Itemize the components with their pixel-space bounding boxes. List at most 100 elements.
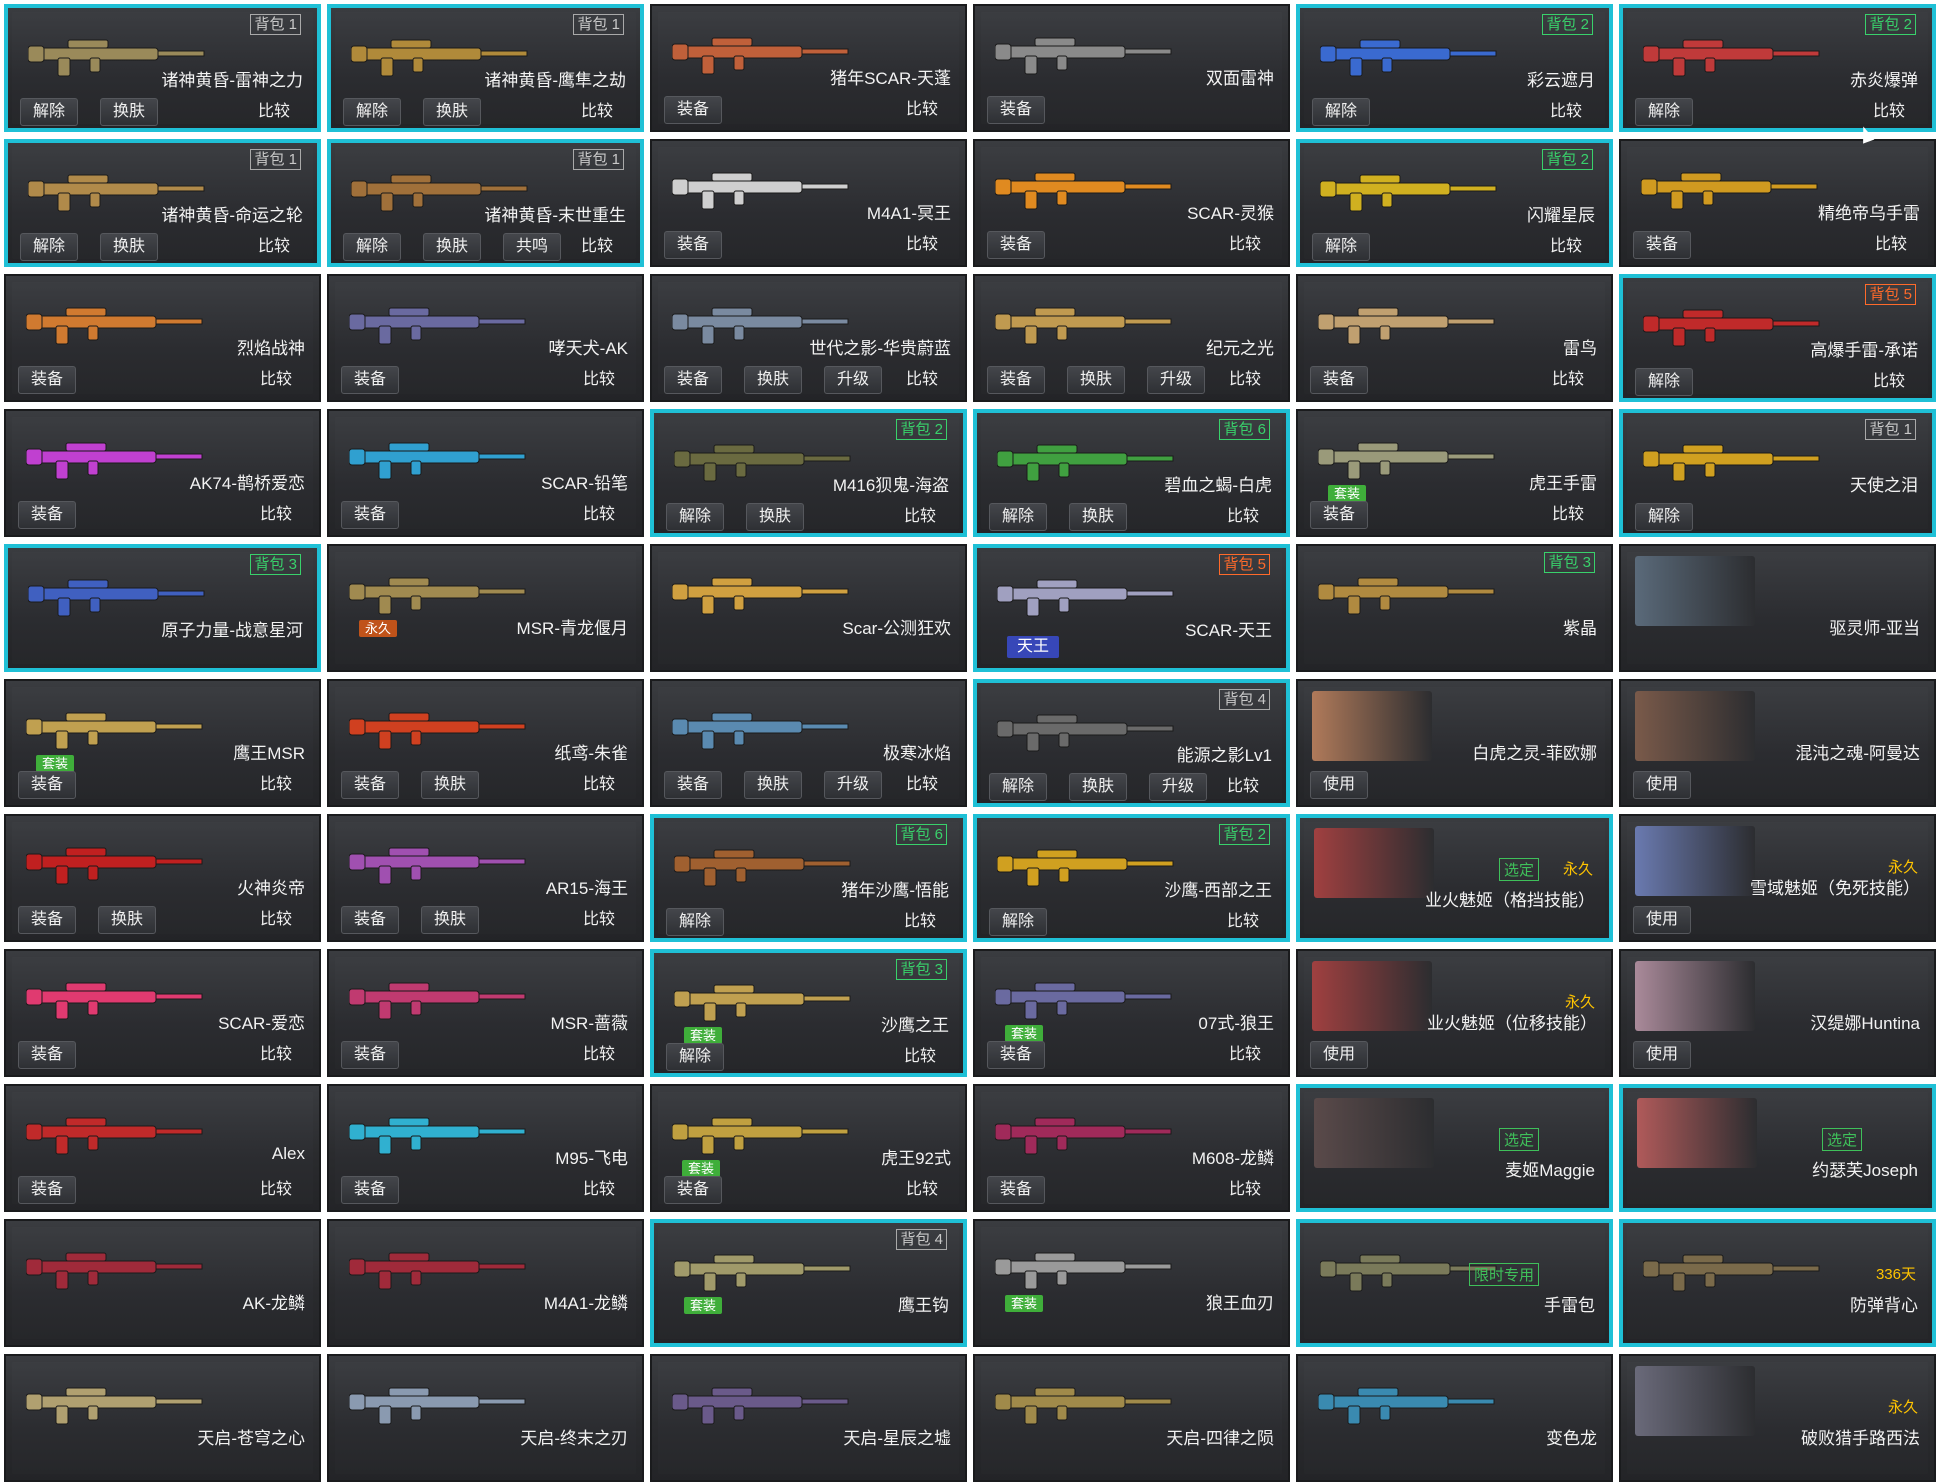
action-button[interactable]: 解除 <box>20 233 79 261</box>
action-button[interactable]: 换肤 <box>1069 503 1128 531</box>
inventory-card[interactable]: 烈焰战神 装备 比较 <box>4 274 321 402</box>
compare-button[interactable]: 比较 <box>893 366 951 394</box>
inventory-card[interactable]: M95-飞电 装备 比较 <box>327 1084 644 1212</box>
inventory-card[interactable]: 背包 6 碧血之蝎-白虎 解除 换肤 比较 <box>973 409 1290 537</box>
compare-button[interactable]: 比较 <box>570 906 628 934</box>
inventory-card[interactable]: 世代之影-华贵蔚蓝 装备 换肤 升级 比较 <box>650 274 967 402</box>
compare-button[interactable]: 比较 <box>247 906 305 934</box>
inventory-card[interactable]: 背包 2 彩云遮月 解除 比较 <box>1296 4 1613 132</box>
action-button[interactable]: 装备 <box>987 96 1046 124</box>
compare-button[interactable]: 比较 <box>891 908 949 936</box>
inventory-card[interactable]: M4A1-龙鳞 <box>327 1219 644 1347</box>
inventory-card[interactable]: Scar-公测狂欢 <box>650 544 967 672</box>
inventory-card[interactable]: 选定 麦姬Maggie <box>1296 1084 1613 1212</box>
inventory-card[interactable]: 背包 3 原子力量-战意星河 <box>4 544 321 672</box>
inventory-card[interactable]: 套装 鹰王MSR 装备 比较 <box>4 679 321 807</box>
compare-button[interactable]: 比较 <box>1862 231 1920 259</box>
compare-button[interactable]: 比较 <box>893 231 951 259</box>
action-button[interactable]: 解除 <box>666 908 725 936</box>
action-button[interactable]: 装备 <box>664 1176 723 1204</box>
compare-button[interactable]: 比较 <box>1214 503 1272 531</box>
action-button[interactable]: 换肤 <box>100 98 159 126</box>
action-button[interactable]: 装备 <box>18 771 77 799</box>
inventory-card[interactable]: 汉缇娜Huntina 使用 <box>1619 949 1936 1077</box>
compare-button[interactable]: 比较 <box>891 503 949 531</box>
compare-button[interactable]: 比较 <box>1539 366 1597 394</box>
action-button[interactable]: 解除 <box>666 503 725 531</box>
action-button[interactable]: 装备 <box>18 366 77 394</box>
inventory-card[interactable]: 背包 2 M416狈鬼-海盗 解除 换肤 比较 <box>650 409 967 537</box>
compare-button[interactable]: 比较 <box>1537 233 1595 261</box>
inventory-card[interactable]: 天启-星辰之墟 <box>650 1354 967 1482</box>
action-button[interactable]: 装备 <box>987 1041 1046 1069</box>
action-button[interactable]: 装备 <box>664 96 723 124</box>
compare-button[interactable]: 比较 <box>247 1176 305 1204</box>
inventory-card[interactable]: 背包 1 诸神黄昏-末世重生 解除 换肤 共鸣 比较 <box>327 139 644 267</box>
inventory-card[interactable]: 套装 狼王血刃 <box>973 1219 1290 1347</box>
compare-button[interactable]: 比较 <box>1214 908 1272 936</box>
action-button[interactable]: 解除 <box>1635 368 1694 396</box>
action-button[interactable]: 装备 <box>987 1176 1046 1204</box>
action-button[interactable]: 解除 <box>20 98 79 126</box>
inventory-card[interactable]: 天启-四律之陨 <box>973 1354 1290 1482</box>
action-button[interactable]: 解除 <box>989 773 1048 801</box>
inventory-card[interactable]: 猪年SCAR-天蓬 装备 比较 <box>650 4 967 132</box>
inventory-card[interactable]: M608-龙鳞 装备 比较 <box>973 1084 1290 1212</box>
action-button[interactable]: 升级 <box>824 366 883 394</box>
compare-button[interactable]: 比较 <box>570 1176 628 1204</box>
inventory-card[interactable]: 火神炎帝 装备 换肤 比较 <box>4 814 321 942</box>
action-button[interactable]: 解除 <box>343 233 402 261</box>
action-button[interactable]: 使用 <box>1633 906 1692 934</box>
action-button[interactable]: 换肤 <box>1069 773 1128 801</box>
inventory-card[interactable]: 选定 约瑟芙Joseph <box>1619 1084 1936 1212</box>
compare-button[interactable]: 比较 <box>891 1043 949 1071</box>
action-button[interactable]: 装备 <box>1310 366 1369 394</box>
action-button[interactable]: 使用 <box>1633 771 1692 799</box>
inventory-card[interactable]: 背包 2 闪耀星辰 解除 比较 <box>1296 139 1613 267</box>
action-button[interactable]: 换肤 <box>744 771 803 799</box>
inventory-card[interactable]: 永久 业火魅姬（位移技能） 使用 <box>1296 949 1613 1077</box>
inventory-card[interactable]: 纸鸢-朱雀 装备 换肤 比较 <box>327 679 644 807</box>
inventory-card[interactable]: 限时专用 手雷包 <box>1296 1219 1613 1347</box>
compare-button[interactable]: 比较 <box>1216 1176 1274 1204</box>
compare-button[interactable]: 比较 <box>570 366 628 394</box>
compare-button[interactable]: 比较 <box>570 771 628 799</box>
action-button[interactable]: 解除 <box>666 1043 725 1071</box>
inventory-card[interactable]: 驱灵师-亚当 <box>1619 544 1936 672</box>
action-button[interactable]: 装备 <box>341 1041 400 1069</box>
action-button[interactable]: 解除 <box>343 98 402 126</box>
compare-button[interactable]: 比较 <box>1860 98 1918 126</box>
action-button[interactable]: 装备 <box>18 1041 77 1069</box>
compare-button[interactable]: 比较 <box>245 98 303 126</box>
action-button[interactable]: 装备 <box>1310 501 1369 529</box>
inventory-card[interactable]: 哮天犬-AK 装备 比较 <box>327 274 644 402</box>
action-button[interactable]: 换肤 <box>746 503 805 531</box>
inventory-card[interactable]: 永久 雪域魅姬（免死技能） 使用 <box>1619 814 1936 942</box>
action-button[interactable]: 解除 <box>1312 233 1371 261</box>
inventory-card[interactable]: 双面雷神 装备 <box>973 4 1290 132</box>
inventory-card[interactable]: 背包 6 猪年沙鹰-悟能 解除 比较 <box>650 814 967 942</box>
inventory-card[interactable]: 背包 1 诸神黄昏-命运之轮 解除 换肤 比较 <box>4 139 321 267</box>
inventory-card[interactable]: 背包 5 高爆手雷-承诺 解除 比较 <box>1619 274 1936 402</box>
action-button[interactable]: 装备 <box>18 906 77 934</box>
action-button[interactable]: 使用 <box>1310 771 1369 799</box>
inventory-card[interactable]: 纪元之光 装备 换肤 升级 比较 <box>973 274 1290 402</box>
action-button[interactable]: 装备 <box>341 906 400 934</box>
inventory-card[interactable]: 永久 破败猎手路西法 <box>1619 1354 1936 1482</box>
compare-button[interactable]: 比较 <box>570 1041 628 1069</box>
action-button[interactable]: 解除 <box>989 908 1048 936</box>
action-button[interactable]: 装备 <box>664 231 723 259</box>
compare-button[interactable]: 比较 <box>568 233 626 261</box>
compare-button[interactable]: 比较 <box>247 501 305 529</box>
inventory-card[interactable]: Alex 装备 比较 <box>4 1084 321 1212</box>
action-button[interactable]: 换肤 <box>100 233 159 261</box>
inventory-card[interactable]: SCAR-爱恋 装备 比较 <box>4 949 321 1077</box>
inventory-card[interactable]: 天启-苍穹之心 <box>4 1354 321 1482</box>
inventory-card[interactable]: 背包 2 沙鹰-西部之王 解除 比较 <box>973 814 1290 942</box>
action-button[interactable]: 换肤 <box>1067 366 1126 394</box>
inventory-card[interactable]: 背包 3 紫晶 <box>1296 544 1613 672</box>
action-button[interactable]: 解除 <box>1635 503 1694 531</box>
inventory-card[interactable]: 背包 1 天使之泪 解除 <box>1619 409 1936 537</box>
compare-button[interactable]: 比较 <box>893 96 951 124</box>
compare-button[interactable]: 比较 <box>1214 773 1272 801</box>
